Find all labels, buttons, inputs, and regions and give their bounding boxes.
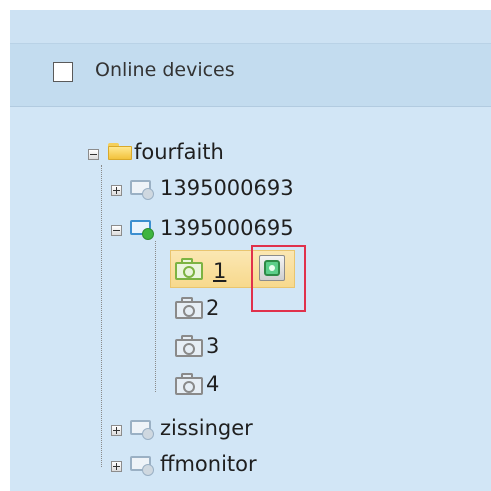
tree-node-label[interactable]: fourfaith — [134, 140, 224, 164]
tree-node-channel[interactable]: 3 — [10, 330, 310, 362]
expand-toggle-icon[interactable] — [111, 461, 122, 472]
camera-icon — [175, 297, 205, 319]
tree-node-label[interactable]: zissinger — [160, 416, 253, 440]
camera-icon — [175, 373, 205, 395]
camera-icon — [175, 258, 205, 280]
device-icon — [130, 420, 155, 440]
tree-node-device[interactable]: ffmonitor — [10, 450, 370, 482]
tree-node-label[interactable]: 4 — [206, 372, 219, 396]
device-tree: fourfaith 1395000693 1395000695 1 2 3 4 … — [10, 10, 491, 491]
tree-node-label[interactable]: 1 — [213, 259, 226, 283]
tree-node-channel[interactable]: 4 — [10, 368, 310, 400]
folder-icon — [108, 143, 132, 160]
tree-node-device[interactable]: 1395000695 — [10, 214, 370, 246]
expand-toggle-icon[interactable] — [111, 185, 122, 196]
device-icon — [130, 456, 155, 476]
tree-node-label[interactable]: ffmonitor — [160, 452, 257, 476]
tree-node-channel[interactable]: 1 — [10, 245, 310, 312]
tree-node-root[interactable]: fourfaith — [10, 138, 310, 170]
tree-node-label[interactable]: 3 — [206, 334, 219, 358]
collapse-toggle-icon[interactable] — [111, 225, 122, 236]
device-tree-panel: Online devices fourfaith 1395000693 1395… — [10, 10, 491, 491]
collapse-toggle-icon[interactable] — [88, 149, 99, 160]
device-icon — [130, 180, 155, 200]
tree-node-label[interactable]: 2 — [206, 296, 219, 320]
device-online-icon — [130, 220, 155, 240]
tree-node-device[interactable]: zissinger — [10, 414, 370, 446]
expand-toggle-icon[interactable] — [111, 425, 122, 436]
camera-icon — [175, 335, 205, 357]
tree-node-label[interactable]: 1395000693 — [160, 176, 294, 200]
tree-node-channel[interactable]: 2 — [10, 292, 310, 324]
tree-node-label[interactable]: 1395000695 — [160, 216, 294, 240]
tree-node-device[interactable]: 1395000693 — [10, 174, 370, 206]
